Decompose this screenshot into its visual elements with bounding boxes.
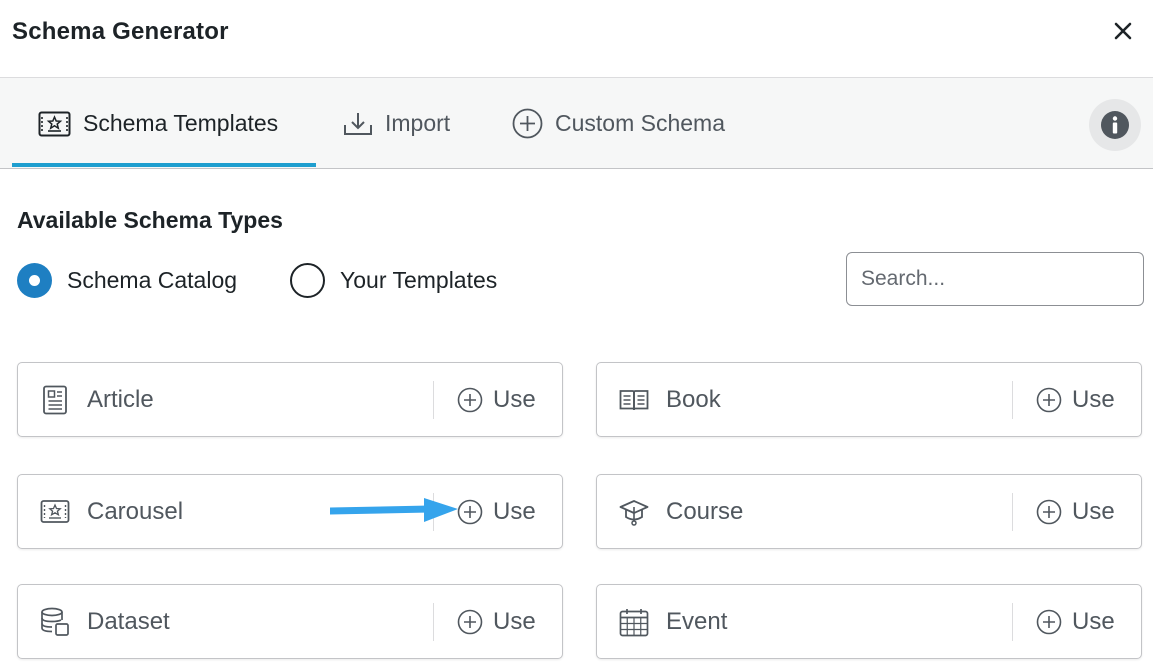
use-button[interactable]: Use [457, 604, 536, 640]
radio-selected-icon [17, 262, 52, 298]
course-icon [619, 500, 649, 526]
plus-circle-icon [457, 499, 483, 525]
tab-bar: Schema Templates Import Custom Schema [0, 78, 1153, 169]
tab-label: Import [385, 110, 451, 136]
schema-type-name: Article [87, 386, 154, 413]
plus-circle-icon [1036, 609, 1062, 635]
use-button[interactable]: Use [457, 494, 536, 530]
use-button[interactable]: Use [1036, 382, 1115, 418]
article-icon [43, 385, 67, 415]
plus-circle-icon [1036, 387, 1062, 413]
info-button[interactable] [1089, 99, 1141, 151]
dialog-title: Schema Generator [12, 18, 229, 45]
schema-card-event: Event Use [596, 584, 1142, 659]
schema-type-name: Dataset [87, 608, 170, 635]
schema-card-course: Course Use [596, 474, 1142, 549]
tab-import[interactable]: Import [343, 78, 450, 169]
schema-card-book: Book Use [596, 362, 1142, 437]
schema-type-name: Event [666, 608, 728, 635]
divider [1012, 493, 1013, 531]
divider [1012, 381, 1013, 419]
use-button[interactable]: Use [1036, 494, 1115, 530]
dataset-icon [41, 607, 69, 636]
plus-circle-icon [1036, 499, 1062, 525]
info-icon [1101, 111, 1129, 139]
use-button-label: Use [493, 498, 536, 525]
section-heading: Available Schema Types [17, 207, 283, 233]
event-icon [619, 609, 649, 637]
search-input[interactable] [846, 252, 1144, 306]
import-icon [344, 112, 372, 135]
template-icon [38, 111, 71, 136]
divider [433, 603, 434, 641]
schema-type-name: Carousel [87, 498, 184, 525]
divider [433, 381, 434, 419]
radio-unselected-icon [290, 262, 325, 298]
use-button-label: Use [1072, 498, 1115, 525]
radio-schema-catalog[interactable]: Schema Catalog [17, 262, 237, 298]
tab-label: Schema Templates [83, 110, 279, 136]
plus-circle-icon [457, 387, 483, 413]
use-button-label: Use [493, 386, 536, 413]
radio-label: Schema Catalog [67, 266, 238, 293]
carousel-icon [40, 500, 70, 523]
use-button-label: Use [1072, 608, 1115, 635]
tab-custom-schema[interactable]: Custom Schema [512, 78, 725, 169]
schema-card-carousel: Carousel Use [17, 474, 563, 549]
book-icon [619, 390, 649, 411]
use-button-label: Use [1072, 386, 1115, 413]
use-button[interactable]: Use [1036, 604, 1115, 640]
dialog-header: Schema Generator [0, 0, 1153, 78]
radio-your-templates[interactable]: Your Templates [290, 262, 497, 298]
plus-circle-icon [512, 108, 543, 139]
tab-label: Custom Schema [555, 110, 726, 136]
plus-circle-icon [457, 609, 483, 635]
divider [1012, 603, 1013, 641]
active-tab-indicator [12, 163, 316, 167]
schema-type-name: Book [666, 386, 721, 413]
schema-type-name: Course [666, 498, 744, 525]
annotation-arrow-icon [330, 498, 458, 522]
use-button[interactable]: Use [457, 382, 536, 418]
schema-card-article: Article Use [17, 362, 563, 437]
close-icon[interactable] [1108, 16, 1138, 46]
schema-card-dataset: Dataset Use [17, 584, 563, 659]
tab-schema-templates[interactable]: Schema Templates [38, 78, 278, 169]
radio-label: Your Templates [340, 266, 498, 293]
use-button-label: Use [493, 608, 536, 635]
